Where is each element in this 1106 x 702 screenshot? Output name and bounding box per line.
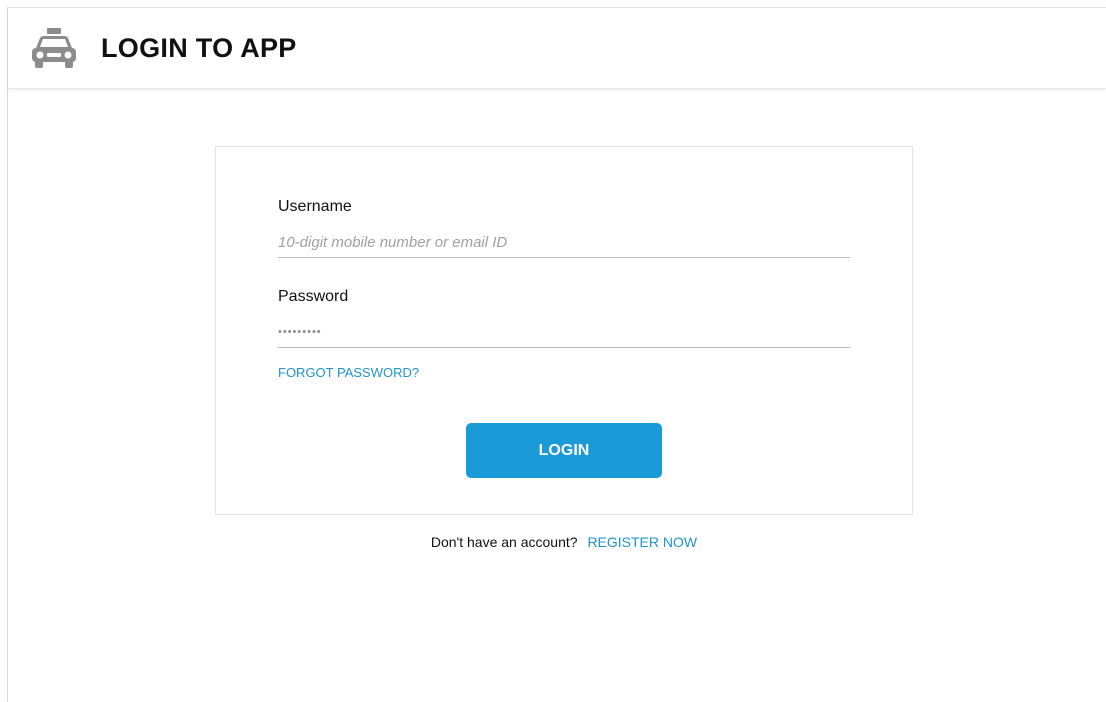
register-prompt: Don't have an account? — [430, 534, 578, 550]
page-title: LOGIN TO APP — [101, 33, 297, 63]
login-card: Username Password FORGOT PASSWORD? LOGIN — [215, 146, 913, 515]
username-label: Username — [278, 198, 352, 215]
taxi-icon — [32, 28, 76, 68]
register-now-link[interactable]: REGISTER NOW — [587, 534, 697, 550]
password-input[interactable] — [278, 317, 850, 348]
forgot-password-link[interactable]: FORGOT PASSWORD? — [278, 365, 419, 380]
app-header: LOGIN TO APP — [8, 8, 1106, 89]
login-button[interactable]: LOGIN — [466, 423, 662, 478]
password-label: Password — [278, 288, 349, 305]
username-input[interactable] — [278, 227, 850, 258]
register-row: Don't have an account? REGISTER NOW — [215, 534, 913, 550]
app-window: LOGIN TO APP Username Password FORGOT PA… — [7, 7, 1106, 702]
